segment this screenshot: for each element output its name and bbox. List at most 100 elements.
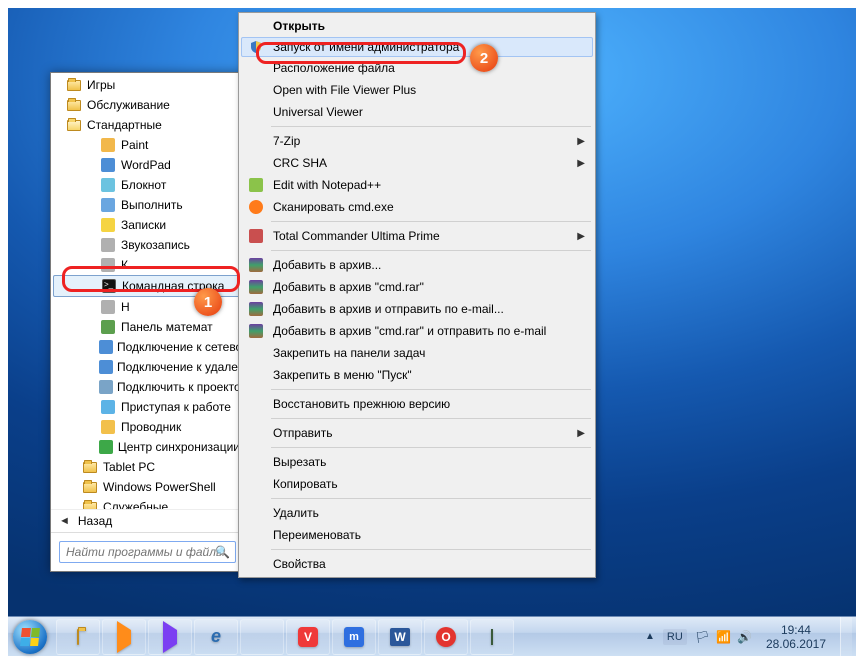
start-item-explorer[interactable]: Проводник	[51, 417, 244, 437]
show-desktop-button[interactable]	[840, 617, 852, 657]
start-item-recorder[interactable]: Звукозапись	[51, 235, 244, 255]
tray-chevron-icon[interactable]: ▲	[645, 631, 655, 642]
back-label: Назад	[78, 514, 112, 528]
action-center-icon[interactable]: 🏳	[695, 630, 710, 644]
start-item-wordpad[interactable]: WordPad	[51, 155, 244, 175]
context-menu-label: Закрепить на панели задач	[273, 346, 425, 360]
context-menu-item[interactable]: Восстановить прежнюю версию	[241, 393, 593, 415]
start-item-paint[interactable]: Paint	[51, 135, 244, 155]
context-menu-label: Вырезать	[273, 455, 326, 469]
taskbar-pin-word[interactable]: W	[378, 619, 422, 655]
context-menu-label: Сканировать cmd.exe	[273, 200, 394, 214]
start-item-notepad[interactable]: Блокнот	[51, 175, 244, 195]
taskbar-pin-firefox[interactable]	[240, 619, 284, 655]
start-item-label: Панель математ	[121, 320, 213, 334]
start-item-sync[interactable]: Центр синхронизации	[51, 437, 244, 457]
blank-icon	[245, 81, 267, 99]
context-menu-item[interactable]: Свойства	[241, 553, 593, 575]
taskbar-pin-opera[interactable]: O	[424, 619, 468, 655]
annotation-callout-1: 1	[194, 288, 222, 316]
wordpad-icon	[99, 157, 117, 173]
start-item-rdp[interactable]: Подключение к удаленном	[51, 357, 244, 377]
netproj-icon	[99, 339, 113, 355]
start-item-getstarted[interactable]: Приступая к работе	[51, 397, 244, 417]
taskbar-pin-wmp2[interactable]	[148, 619, 192, 655]
context-menu-item[interactable]: Копировать	[241, 473, 593, 495]
start-item-label: Н	[121, 300, 130, 314]
language-indicator[interactable]: RU	[663, 629, 687, 645]
folder-label: Игры	[87, 78, 115, 92]
context-menu-label: Расположение файла	[273, 61, 395, 75]
start-menu-back-row[interactable]: ◄ Назад	[51, 509, 244, 532]
context-menu-item[interactable]: Переименовать	[241, 524, 593, 546]
context-menu-label: Запуск от имени администратора	[273, 40, 459, 54]
start-item-generic[interactable]: К	[51, 255, 244, 275]
vivaldi-icon: V	[298, 627, 318, 647]
taskbar-clock[interactable]: 19:44 28.06.2017	[760, 623, 832, 651]
context-menu-item[interactable]: Отправить▶	[241, 422, 593, 444]
menu-separator	[271, 126, 591, 127]
folder-icon	[81, 479, 99, 495]
start-subfolder[interactable]: Tablet PC	[51, 457, 244, 477]
annotation-callout-2: 2	[470, 44, 498, 72]
taskbar-pin-ie[interactable]: e	[194, 619, 238, 655]
taskbar-pin-wmp[interactable]	[102, 619, 146, 655]
context-menu-item[interactable]: Открыть	[241, 15, 593, 37]
context-menu-item[interactable]: Удалить	[241, 502, 593, 524]
notes-icon	[99, 217, 117, 233]
volume-icon[interactable]: 🔊	[737, 630, 752, 644]
context-menu-item[interactable]: Добавить в архив "cmd.rar" и отправить п…	[241, 320, 593, 342]
start-folder[interactable]: Игры	[51, 75, 244, 95]
start-subfolder[interactable]: Windows PowerShell	[51, 477, 244, 497]
context-menu-item[interactable]: Сканировать cmd.exe	[241, 196, 593, 218]
math-icon	[99, 319, 117, 335]
taskbar-pinned-apps: e VmWO	[56, 619, 514, 655]
folder-icon	[65, 117, 83, 133]
taskbar-pin-maxthon[interactable]: m	[332, 619, 376, 655]
start-item-run[interactable]: Выполнить	[51, 195, 244, 215]
context-menu-item[interactable]: Добавить в архив и отправить по e-mail..…	[241, 298, 593, 320]
start-item-projector[interactable]: Подключить к проектору	[51, 377, 244, 397]
start-item-label: WordPad	[121, 158, 171, 172]
context-menu-item[interactable]: Universal Viewer	[241, 101, 593, 123]
context-menu-item[interactable]: Добавить в архив...	[241, 254, 593, 276]
context-menu-item[interactable]: Запуск от имени администратора	[241, 37, 593, 57]
start-item-math[interactable]: Панель математ	[51, 317, 244, 337]
windows-logo-icon	[20, 628, 40, 646]
context-menu-item[interactable]: Total Commander Ultima Prime▶	[241, 225, 593, 247]
context-menu-item[interactable]: Edit with Notepad++	[241, 174, 593, 196]
taskbar-pin-explorer[interactable]	[56, 619, 100, 655]
back-arrow-icon: ◄	[59, 515, 70, 527]
start-button[interactable]	[8, 617, 52, 657]
context-menu-item[interactable]: Закрепить на панели задач	[241, 342, 593, 364]
rar-icon	[245, 300, 267, 318]
start-folder[interactable]: Стандартные	[51, 115, 244, 135]
clock-date: 28.06.2017	[766, 637, 826, 651]
blank-icon	[245, 344, 267, 362]
start-subfolder[interactable]: Служебные	[51, 497, 244, 509]
context-menu-item[interactable]: Вырезать	[241, 451, 593, 473]
word-icon: W	[390, 628, 410, 646]
context-menu-item[interactable]: Open with File Viewer Plus	[241, 79, 593, 101]
search-input[interactable]	[59, 541, 236, 563]
context-menu-label: Свойства	[273, 557, 326, 571]
start-folder[interactable]: Обслуживание	[51, 95, 244, 115]
blank-icon	[245, 424, 267, 442]
context-menu-item[interactable]: CRC SHA▶	[241, 152, 593, 174]
context-menu-item[interactable]: 7-Zip▶	[241, 130, 593, 152]
context-menu-item[interactable]: Расположение файла	[241, 57, 593, 79]
blank-icon	[245, 475, 267, 493]
explorer-icon	[77, 630, 79, 644]
shield-icon	[245, 38, 267, 56]
context-menu-item[interactable]: Закрепить в меню "Пуск"	[241, 364, 593, 386]
taskbar-pin-taskmgr[interactable]	[470, 619, 514, 655]
network-icon[interactable]: 📶	[716, 630, 731, 644]
blank-icon	[245, 103, 267, 121]
explorer-icon	[99, 419, 117, 435]
menu-separator	[271, 250, 591, 251]
start-item-notes[interactable]: Записки	[51, 215, 244, 235]
start-item-netproj[interactable]: Подключение к сетевому	[51, 337, 244, 357]
blank-icon	[245, 555, 267, 573]
context-menu-item[interactable]: Добавить в архив "cmd.rar"	[241, 276, 593, 298]
taskbar-pin-vivaldi[interactable]: V	[286, 619, 330, 655]
